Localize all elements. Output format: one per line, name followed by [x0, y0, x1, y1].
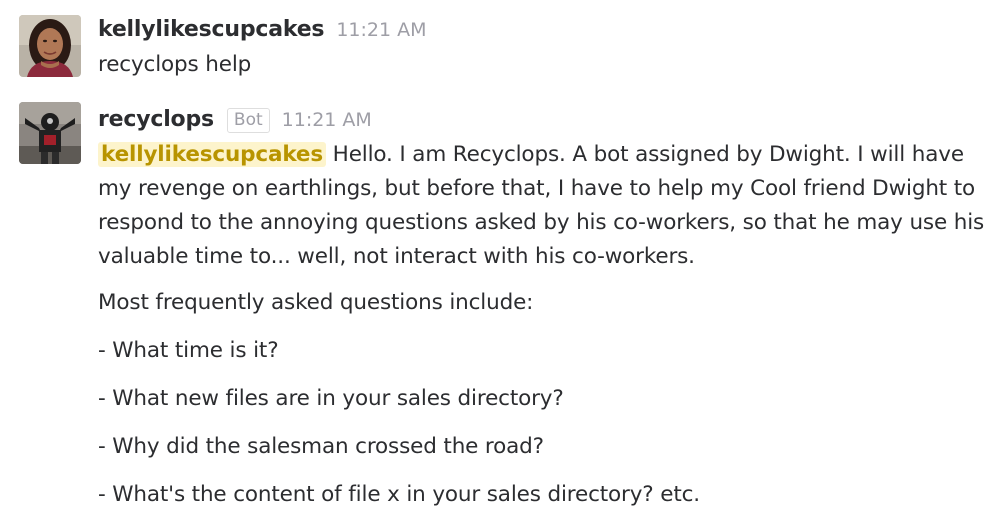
bot-badge: Bot	[226, 108, 270, 133]
kelly-avatar[interactable]	[19, 15, 81, 77]
faq-item: - Why did the salesman crossed the road?	[98, 434, 544, 459]
faq-heading: Most frequently asked questions include:	[98, 290, 534, 315]
recyclops-avatar[interactable]	[19, 102, 81, 164]
message-kelly: kellylikescupcakes 11:21 AM recyclops he…	[0, 0, 999, 90]
robot-costume-icon	[19, 102, 81, 164]
author-name[interactable]: kellylikescupcakes	[98, 17, 325, 42]
author-name[interactable]: recyclops	[98, 107, 214, 132]
message-body: kellylikescupcakes Hello. I am Recyclops…	[98, 138, 988, 274]
message-header: recyclops Bot 11:21 AM	[98, 107, 372, 134]
message-header: kellylikescupcakes 11:21 AM	[98, 17, 427, 42]
user-mention[interactable]: kellylikescupcakes	[98, 142, 326, 167]
faq-item: - What time is it?	[98, 338, 279, 363]
message-text: recyclops help	[98, 52, 252, 77]
timestamp[interactable]: 11:21 AM	[336, 19, 426, 41]
woman-portrait-icon	[19, 15, 81, 77]
faq-item: - What new files are in your sales direc…	[98, 386, 564, 411]
timestamp[interactable]: 11:21 AM	[282, 109, 372, 131]
message-recyclops: recyclops Bot 11:21 AM kellylikescupcake…	[0, 90, 999, 515]
faq-item: - What's the content of file x in your s…	[98, 482, 700, 507]
